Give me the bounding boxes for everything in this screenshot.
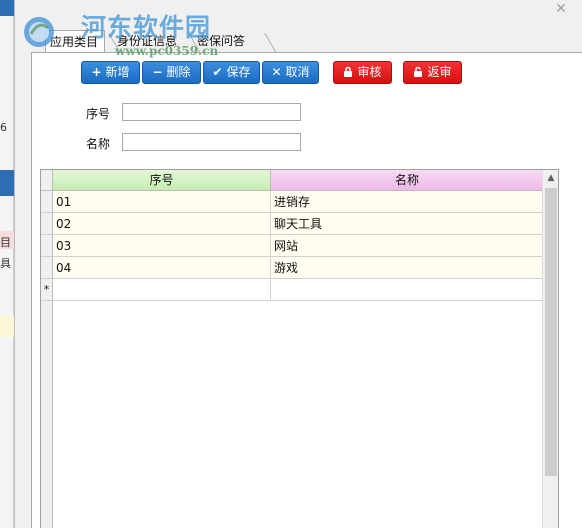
- cell-number[interactable]: [53, 279, 271, 301]
- cell-number[interactable]: 01: [53, 191, 271, 213]
- cell-name[interactable]: 游戏: [271, 257, 544, 279]
- table-row[interactable]: 01 进销存: [41, 191, 544, 213]
- background-text: 具: [0, 257, 11, 270]
- row-selector[interactable]: [41, 191, 53, 213]
- watermark-title: 河东软件园: [81, 13, 212, 42]
- close-button[interactable]: ✕: [550, 1, 572, 17]
- cell-name[interactable]: 聊天工具: [271, 213, 544, 235]
- number-input[interactable]: [122, 103, 301, 121]
- number-label: 序号: [86, 107, 111, 121]
- cell-name[interactable]: 网站: [271, 235, 544, 257]
- cell-number[interactable]: 04: [53, 257, 271, 279]
- row-selector[interactable]: [41, 257, 53, 279]
- unlock-icon: [413, 62, 423, 83]
- column-header-number[interactable]: 序号: [53, 170, 271, 191]
- table-row[interactable]: 02 聊天工具: [41, 213, 544, 235]
- save-label: 保存: [226, 65, 251, 79]
- new-row[interactable]: *: [41, 279, 544, 301]
- x-icon: ✕: [271, 65, 282, 79]
- cell-name[interactable]: 进销存: [271, 191, 544, 213]
- background-text: 目: [0, 236, 11, 249]
- audit-label: 审核: [357, 65, 382, 79]
- close-icon[interactable]: ✕: [555, 1, 567, 17]
- scroll-up-icon[interactable]: ▲: [543, 170, 558, 186]
- scrollbar-thumb[interactable]: [545, 188, 557, 476]
- watermark-url: www.pc0359.cn: [115, 44, 219, 58]
- background-text: 6: [0, 121, 7, 134]
- name-label: 名称: [86, 137, 111, 151]
- column-header-name[interactable]: 名称: [271, 170, 544, 191]
- cell-name[interactable]: [271, 279, 544, 301]
- category-grid: 序号 名称 01 进销存 02 聊天工具 03 网站 04 游戏 * ▲: [40, 169, 559, 528]
- new-row-marker[interactable]: *: [41, 279, 53, 301]
- cancel-button[interactable]: ✕ 取消: [262, 61, 319, 84]
- vertical-scrollbar[interactable]: ▲: [542, 170, 558, 528]
- lock-icon: [343, 62, 353, 83]
- check-icon: ✔: [212, 65, 223, 79]
- minus-icon: −: [152, 65, 163, 79]
- grid-corner: [41, 170, 53, 191]
- audit-button[interactable]: 审核: [333, 61, 392, 84]
- row-selector[interactable]: [41, 213, 53, 235]
- watermark-logo-icon: [24, 17, 54, 47]
- row-selector[interactable]: [41, 235, 53, 257]
- background-window: 6 目 具: [0, 0, 14, 528]
- delete-label: 删除: [166, 65, 191, 79]
- table-row[interactable]: 03 网站: [41, 235, 544, 257]
- unaudit-label: 返审: [427, 65, 452, 79]
- delete-button[interactable]: − 删除: [142, 61, 201, 84]
- tab-content-pane: + 新增 − 删除 ✔ 保存 ✕ 取消 审核 返审 序号 名称 序号 名称 01…: [31, 52, 582, 528]
- category-dialog: ✕ 应用类目 身份证信息 密保问答 +新增 −删除 ✔保存 ✕取消 审核: [14, 0, 582, 528]
- cell-number[interactable]: 02: [53, 213, 271, 235]
- unaudit-button[interactable]: 返审: [403, 61, 462, 84]
- name-input[interactable]: [122, 133, 301, 151]
- table-row[interactable]: 04 游戏: [41, 257, 544, 279]
- add-label: 新增: [105, 65, 130, 79]
- add-button[interactable]: + 新增: [81, 61, 140, 84]
- cancel-label: 取消: [285, 65, 310, 79]
- plus-icon: +: [91, 65, 102, 79]
- cell-number[interactable]: 03: [53, 235, 271, 257]
- save-button[interactable]: ✔ 保存: [203, 61, 260, 84]
